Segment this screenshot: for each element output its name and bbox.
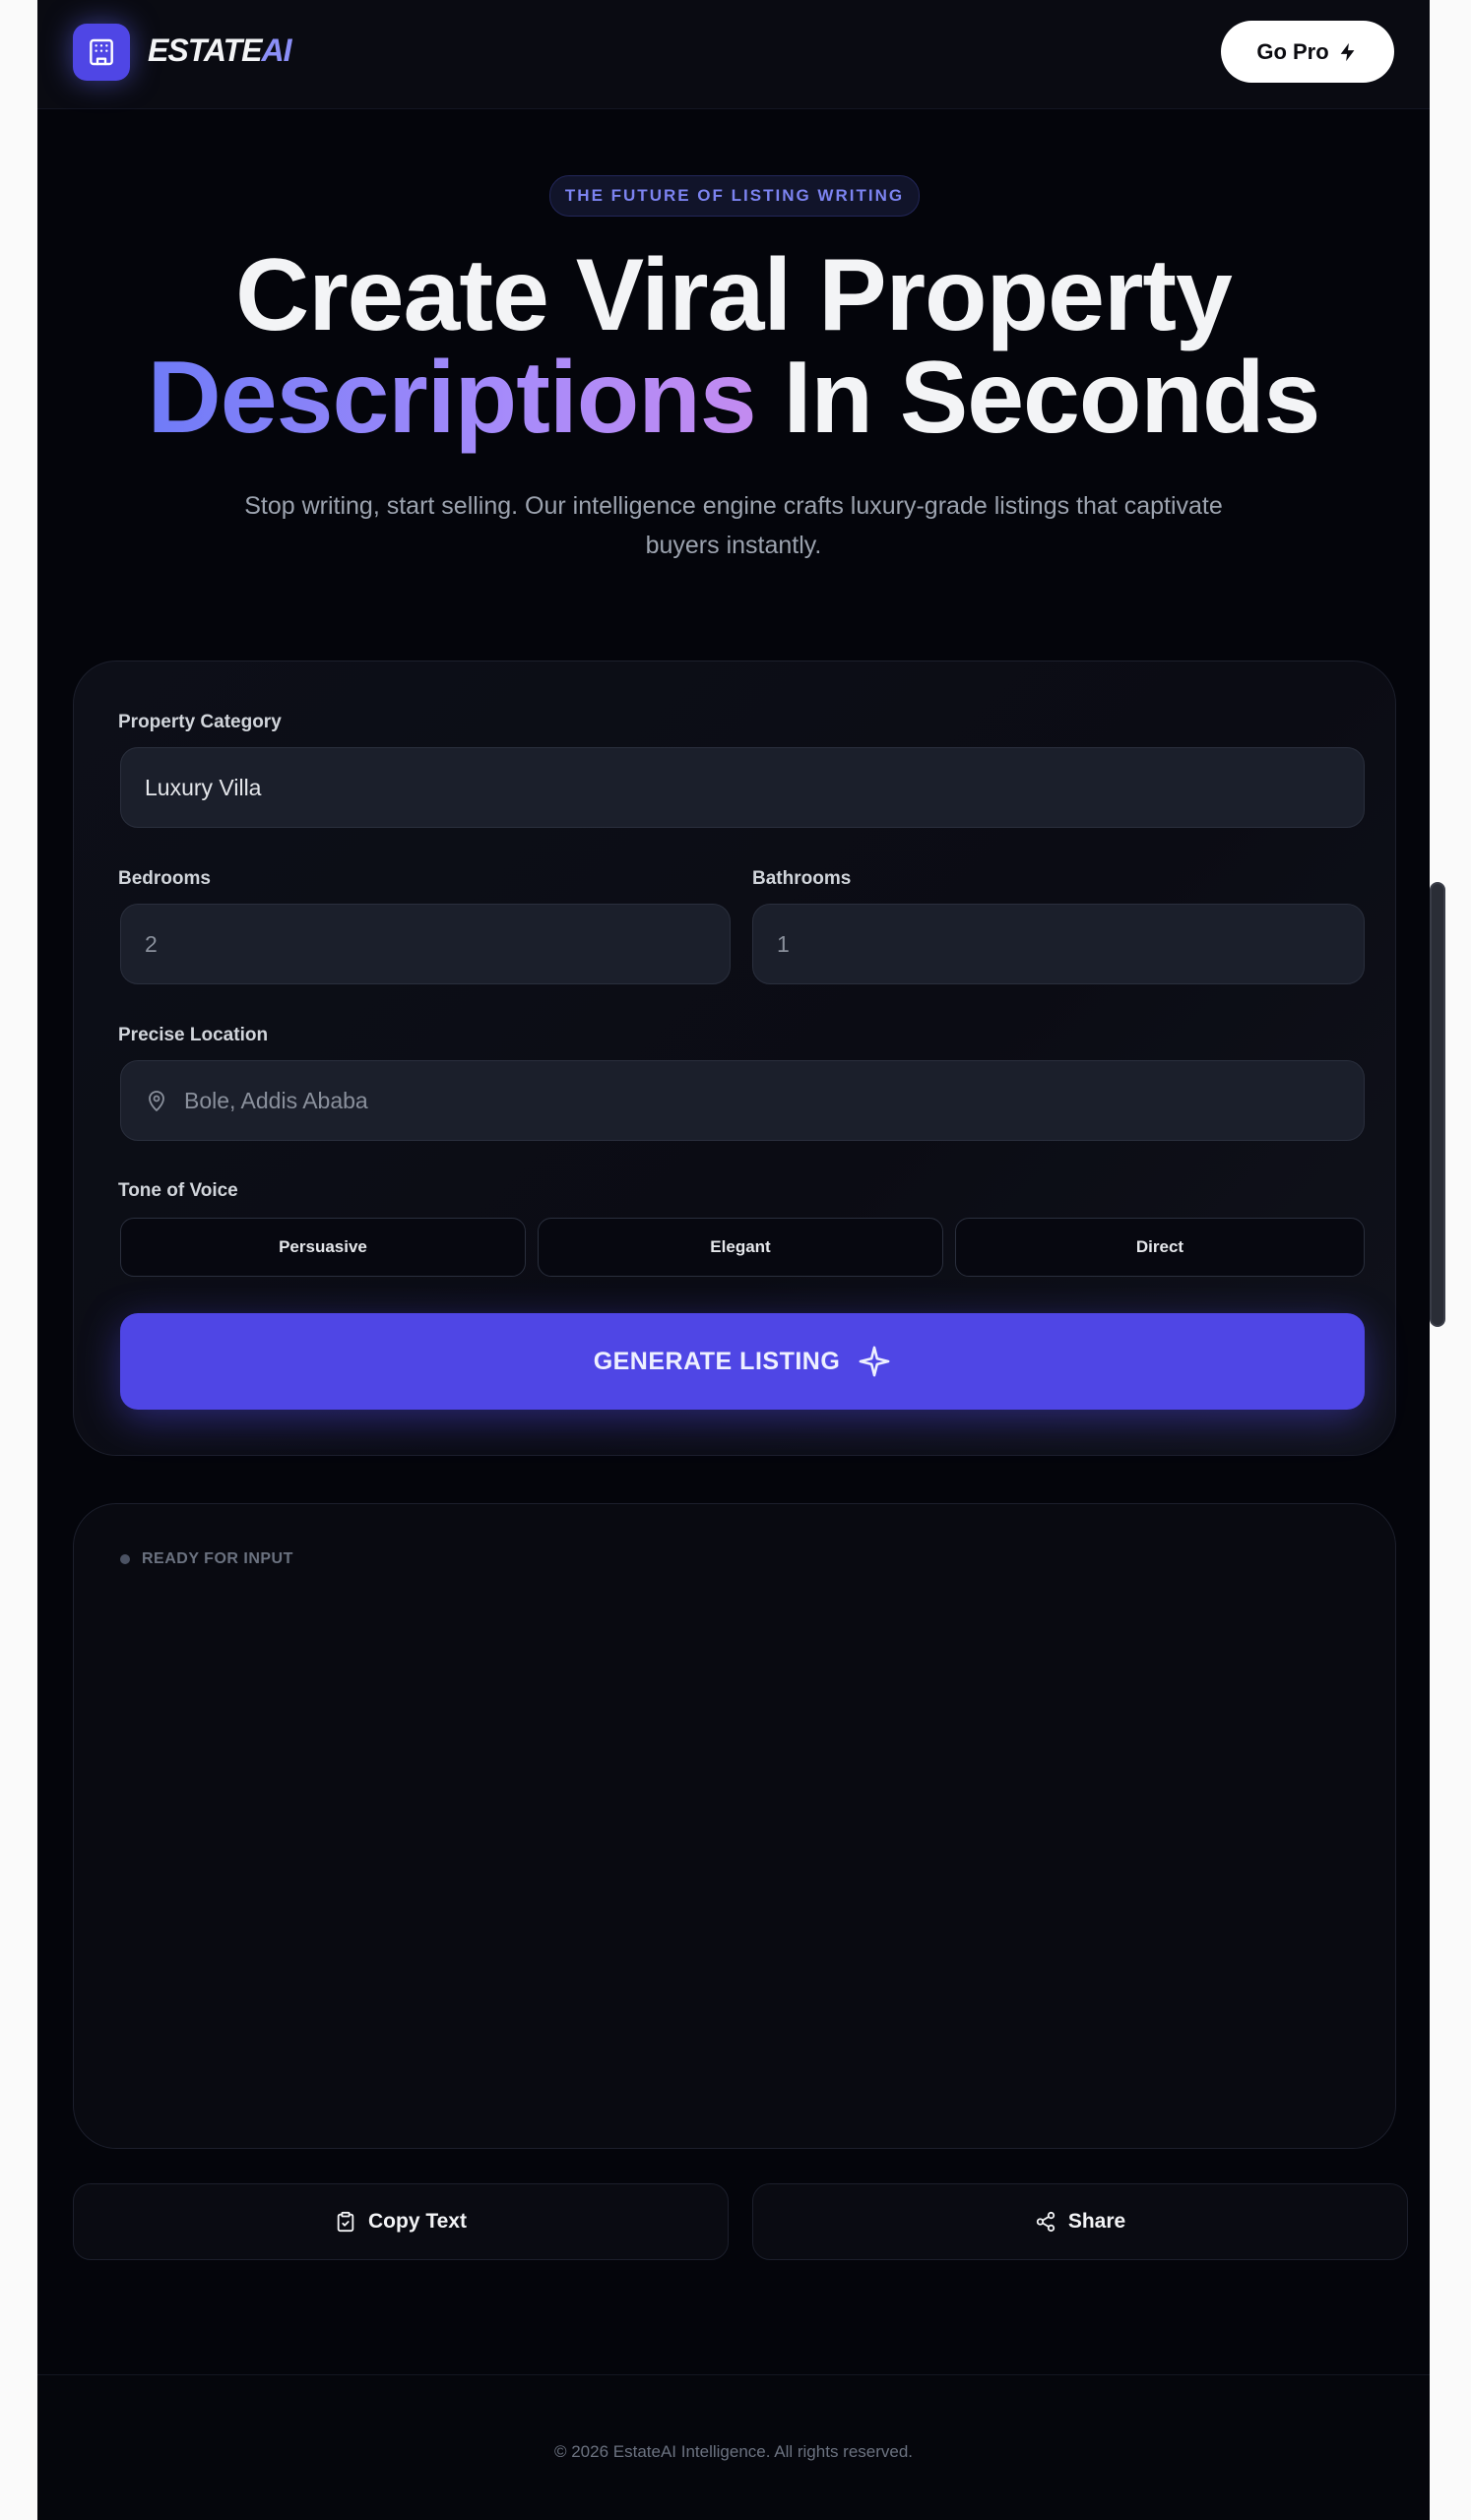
hero-badge: THE FUTURE OF LISTING WRITING	[549, 175, 920, 217]
category-label: Property Category	[118, 712, 282, 732]
hero-title-highlight: Descriptions	[147, 341, 757, 455]
copyright-text: © 2026 EstateAI Intelligence. All rights…	[553, 2442, 914, 2461]
share-icon	[1036, 2211, 1055, 2233]
tone-direct-button[interactable]: Direct	[955, 1218, 1365, 1277]
footer: © 2026 EstateAI Intelligence. All rights…	[37, 2374, 1430, 2520]
map-pin-icon	[149, 1091, 164, 1111]
location-placeholder: Bole, Addis Ababa	[184, 1087, 368, 1113]
logo[interactable]	[73, 24, 130, 81]
status-dot	[120, 1554, 130, 1564]
hero-title-line-2: Descriptions In Seconds	[37, 346, 1430, 449]
output-card	[73, 1503, 1396, 2149]
building-icon	[90, 38, 113, 66]
hero-subtitle: Stop writing, start selling. Our intelli…	[244, 492, 1223, 559]
bedrooms-value: 2	[145, 930, 158, 957]
bolt-icon	[1340, 42, 1355, 61]
category-select[interactable]: Luxury Villa	[120, 747, 1365, 828]
brand-accent: AI	[261, 32, 291, 68]
brand-main: ESTATE	[148, 32, 262, 68]
tone-elegant-label: Elegant	[710, 1237, 771, 1256]
share-label: Share	[1067, 2210, 1126, 2233]
bedrooms-input[interactable]: 2	[120, 904, 731, 984]
bathrooms-label: Bathrooms	[752, 868, 852, 889]
go-pro-label: Go Pro	[1256, 38, 1329, 64]
hero-title-rest: In Seconds	[783, 341, 1321, 455]
brand-name: ESTATEAI	[148, 32, 291, 69]
location-input[interactable]: Bole, Addis Ababa	[120, 1060, 1365, 1141]
tone-label: Tone of Voice	[118, 1180, 238, 1201]
generate-listing-button[interactable]: GENERATE LISTING	[120, 1313, 1365, 1410]
scrollbar-thumb[interactable]	[1430, 882, 1445, 1327]
tone-persuasive-button[interactable]: Persuasive	[120, 1218, 526, 1277]
status-text: READY FOR INPUT	[142, 1550, 293, 1567]
tone-elegant-button[interactable]: Elegant	[538, 1218, 943, 1277]
copy-text-button[interactable]: Copy Text	[73, 2183, 729, 2260]
category-value: Luxury Villa	[145, 774, 262, 800]
tone-persuasive-label: Persuasive	[279, 1237, 367, 1256]
location-label: Precise Location	[118, 1025, 269, 1045]
share-button[interactable]: Share	[752, 2183, 1408, 2260]
hero-title-line-1: Create Viral Property	[235, 238, 1233, 352]
copy-text-label: Copy Text	[368, 2210, 467, 2233]
app-window: ESTATEAI Go Pro THE FUTURE OF LISTING WR…	[37, 0, 1430, 2520]
bathrooms-value: 1	[777, 930, 790, 957]
go-pro-button[interactable]: Go Pro	[1221, 21, 1394, 83]
bedrooms-label: Bedrooms	[118, 868, 211, 889]
bathrooms-input[interactable]: 1	[752, 904, 1365, 984]
output-status: READY FOR INPUT	[120, 1550, 293, 1568]
sparkle-icon	[859, 1346, 890, 1377]
clipboard-icon	[337, 2211, 354, 2233]
top-bar: ESTATEAI Go Pro	[37, 0, 1430, 109]
generate-listing-label: GENERATE LISTING	[593, 1347, 841, 1375]
tone-direct-label: Direct	[1135, 1237, 1184, 1256]
